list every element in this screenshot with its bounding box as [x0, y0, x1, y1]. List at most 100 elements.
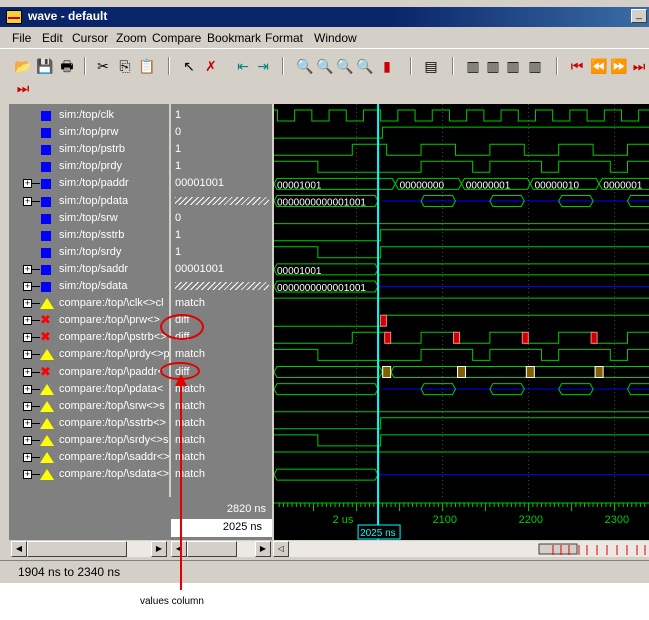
value-row[interactable]: 0	[171, 210, 272, 227]
menu-edit[interactable]: Edit	[42, 31, 63, 45]
signal-row[interactable]: + compare:/top/\sstrb<>	[9, 415, 169, 432]
values-scroll-right-button[interactable]: ▶	[255, 541, 271, 557]
names-scroll-thumb[interactable]	[27, 541, 127, 557]
delete-pointer-icon[interactable]: ✗	[202, 57, 220, 75]
signal-row[interactable]: + compare:/top/\pdata<	[9, 381, 169, 398]
zoom-in-icon[interactable]: 🔍	[296, 57, 314, 75]
expand-icon[interactable]: +	[23, 196, 32, 206]
signal-row[interactable]: + compare:/top/\srw<>s	[9, 398, 169, 415]
menu-file[interactable]: File	[12, 31, 31, 45]
expand-icon[interactable]: +	[23, 350, 32, 360]
signal-row[interactable]: sim:/top/pstrb	[9, 141, 169, 158]
signal-row[interactable]: + compare:/top/\saddr<>	[9, 449, 169, 466]
signal-row[interactable]: + ✖ compare:/top/\paddr<	[9, 364, 169, 381]
expand-icon[interactable]: +	[23, 299, 32, 309]
signal-row[interactable]: + sim:/top/saddr	[9, 261, 169, 278]
zoom-full-icon[interactable]: 🔍	[336, 57, 354, 75]
expand-icon[interactable]: +	[23, 367, 32, 377]
signal-row[interactable]: + sim:/top/sdata	[9, 278, 169, 295]
expand-icon[interactable]: +	[23, 179, 32, 189]
menu-zoom[interactable]: Zoom	[116, 31, 147, 45]
signal-names-pane[interactable]: sim:/top/clk sim:/top/prw sim:/top/pstrb si…	[9, 104, 169, 540]
signal-row[interactable]: + sim:/top/paddr	[9, 175, 169, 192]
names-scroll-left-button[interactable]: ◀	[11, 541, 27, 557]
value-row[interactable]: match	[171, 346, 272, 363]
diff-first-icon[interactable]: ⏮	[568, 57, 586, 75]
save-icon[interactable]: 💾	[36, 57, 54, 75]
expand-icon[interactable]: +	[23, 435, 32, 445]
signal-row[interactable]: + compare:/top/\srdy<>s	[9, 432, 169, 449]
edge-prev-icon[interactable]: ▥	[464, 57, 482, 75]
expand-icon[interactable]: +	[23, 470, 32, 480]
signal-row[interactable]: sim:/top/sstrb	[9, 227, 169, 244]
diff-prev-icon[interactable]: ⏪	[590, 57, 608, 75]
select-pointer-icon[interactable]: ↖	[180, 57, 198, 75]
wave-scroll-thumb[interactable]	[538, 543, 578, 555]
zoom-cursor-icon[interactable]: 🔍	[356, 57, 374, 75]
paste-icon[interactable]: 📋	[138, 57, 156, 75]
expand-icon[interactable]: +	[23, 333, 32, 343]
value-row[interactable]: match	[171, 432, 272, 449]
expand-icon[interactable]: +	[23, 384, 32, 394]
find-icon[interactable]: ▤	[422, 57, 440, 75]
signal-row[interactable]: sim:/top/srdy	[9, 244, 169, 261]
signal-row[interactable]: sim:/top/clk	[9, 107, 169, 124]
value-row[interactable]	[171, 278, 272, 295]
value-row[interactable]	[171, 193, 272, 210]
zoom-out-icon[interactable]: 🔍	[316, 57, 334, 75]
expand-icon[interactable]: +	[23, 264, 32, 274]
value-row[interactable]: 00001001	[171, 261, 272, 278]
value-row[interactable]: 1	[171, 107, 272, 124]
signal-row[interactable]: + ✖ compare:/top/\pstrb<>	[9, 329, 169, 346]
open-folder-icon[interactable]: 📂	[14, 57, 32, 75]
signal-row[interactable]: + compare:/top/\prdy<>p	[9, 346, 169, 363]
diff-last-icon[interactable]: ⏭	[14, 79, 32, 97]
stop-icon[interactable]: ▮	[378, 57, 396, 75]
signal-row[interactable]: sim:/top/srw	[9, 210, 169, 227]
edge-search-icon[interactable]: ▥	[504, 57, 522, 75]
expand-icon[interactable]: +	[23, 401, 32, 411]
edge-clear-icon[interactable]: ▥	[526, 57, 544, 75]
menu-window[interactable]: Window	[314, 31, 357, 45]
value-row[interactable]: match	[171, 415, 272, 432]
menu-bookmark[interactable]: Bookmark	[207, 31, 261, 45]
expand-icon[interactable]: +	[23, 316, 32, 326]
signal-row[interactable]: sim:/top/prdy	[9, 158, 169, 175]
delete-cursor-icon[interactable]: ⇥	[254, 57, 272, 75]
values-scroll-left-button[interactable]: ◀	[171, 541, 187, 557]
signal-row[interactable]: + sim:/top/pdata	[9, 193, 169, 210]
signal-row[interactable]: sim:/top/prw	[9, 124, 169, 141]
diff-next2-icon[interactable]: ⏭	[630, 57, 648, 75]
names-scroll-right-button[interactable]: ▶	[151, 541, 167, 557]
value-row[interactable]: 1	[171, 227, 272, 244]
signal-row[interactable]: + compare:/top/\clk<>cl	[9, 295, 169, 312]
expand-icon[interactable]: +	[23, 453, 32, 462]
value-row[interactable]: 1	[171, 158, 272, 175]
value-row[interactable]: match	[171, 398, 272, 415]
signal-row[interactable]: + ✖ compare:/top/\prw<>	[9, 312, 169, 329]
expand-icon[interactable]: +	[23, 418, 32, 428]
value-row[interactable]: match	[171, 466, 272, 483]
menu-cursor[interactable]: Cursor	[72, 31, 108, 45]
waveform-pane[interactable]: 00001001 00000000 00000001 00000010 0000001 0…	[274, 104, 649, 497]
diff-next-icon[interactable]: ⏩	[610, 57, 628, 75]
waveform-canvas[interactable]: 00001001 00000000 00000001 00000010 0000001 0…	[274, 104, 649, 497]
value-row[interactable]: 1	[171, 244, 272, 261]
value-row[interactable]: 1	[171, 141, 272, 158]
menu-format[interactable]: Format	[265, 31, 303, 45]
wave-scroll-left-button[interactable]: ◁	[273, 541, 289, 557]
signal-row[interactable]: + compare:/top/\sdata<>	[9, 466, 169, 483]
print-icon[interactable]: 🖶	[58, 57, 76, 75]
values-scroll-thumb[interactable]	[187, 541, 237, 557]
minimize-button[interactable]: _	[631, 9, 647, 23]
expand-icon[interactable]: +	[23, 282, 32, 291]
value-row[interactable]: 00001001	[171, 175, 272, 192]
copy-icon[interactable]: ⎘	[116, 57, 134, 75]
insert-cursor-icon[interactable]: ⇤	[234, 57, 252, 75]
menu-compare[interactable]: Compare	[152, 31, 201, 45]
value-row[interactable]: match	[171, 295, 272, 312]
edge-next-icon[interactable]: ▥	[484, 57, 502, 75]
value-row[interactable]: 0	[171, 124, 272, 141]
cut-icon[interactable]: ✂	[94, 57, 112, 75]
value-row[interactable]: match	[171, 449, 272, 466]
